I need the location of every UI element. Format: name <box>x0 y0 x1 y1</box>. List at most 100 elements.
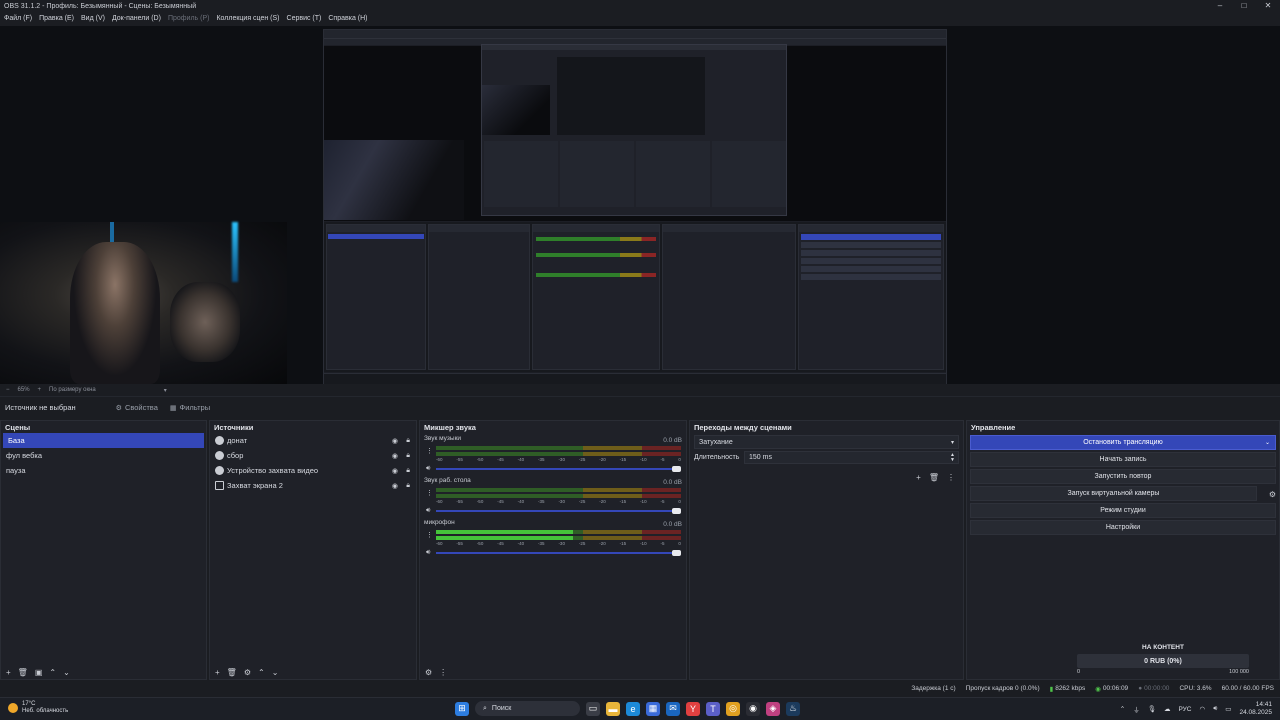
menu-edit[interactable]: Правка (E) <box>39 15 74 22</box>
remove-source-icon[interactable]: 🗑 <box>227 668 237 677</box>
spin-arrows-icon[interactable]: ▲ ▼ <box>950 452 955 463</box>
add-scene-icon[interactable]: + <box>6 668 11 677</box>
wifi-icon[interactable]: ◠ <box>1200 705 1206 713</box>
move-down-icon[interactable]: ⌄ <box>63 668 70 677</box>
onedrive-icon[interactable]: ☁ <box>1164 705 1171 713</box>
meter-tick-label: -5 <box>660 499 665 504</box>
source-settings-icon[interactable]: ⚙ <box>244 668 251 677</box>
maximize-button[interactable]: □ <box>1232 0 1256 12</box>
scale-mode-select[interactable]: По размеру окна <box>49 387 96 393</box>
speaker-icon[interactable]: 🔊︎ <box>426 465 430 473</box>
slider-knob[interactable] <box>672 550 681 556</box>
mic-icon[interactable]: 🎙︎ <box>1148 705 1156 713</box>
settings-button[interactable]: Настройки <box>970 520 1276 535</box>
language-indicator[interactable]: РУС <box>1178 706 1191 713</box>
bitrate: 8262 kbps <box>1055 685 1086 692</box>
yandex-icon[interactable]: Y <box>686 701 700 716</box>
duration-input[interactable]: 150 ms ▲ ▼ <box>744 451 959 464</box>
slider-knob[interactable] <box>672 466 681 472</box>
clock[interactable]: 14:41 24.08.2025 <box>1239 701 1272 717</box>
zoom-out-icon[interactable]: − <box>6 387 10 393</box>
steam-icon[interactable]: ♨ <box>786 701 800 716</box>
menu-docks[interactable]: Док-панели (D) <box>112 15 161 22</box>
start-virtual-camera-button[interactable]: Запуск виртуальной камеры <box>970 486 1257 501</box>
slider-knob[interactable] <box>672 508 681 514</box>
speaker-icon[interactable]: 🔊︎ <box>426 507 430 515</box>
file-explorer-icon[interactable]: ▬ <box>606 701 620 716</box>
filters-button[interactable]: ▦ Фильтры <box>170 403 210 412</box>
meter-tick-label: -35 <box>538 457 545 462</box>
usb-icon[interactable]: ⏚ <box>1133 704 1140 714</box>
eye-icon[interactable]: ◉ <box>392 437 398 445</box>
lock-icon[interactable]: 🔒︎ <box>406 452 410 460</box>
menu-help[interactable]: Справка (H) <box>328 15 367 22</box>
more-options-icon[interactable]: ⋮ <box>426 447 433 455</box>
menu-view[interactable]: Вид (V) <box>81 15 105 22</box>
more-options-icon[interactable]: ⋮ <box>426 489 433 497</box>
menu-file[interactable]: Файл (F) <box>4 15 32 22</box>
preview-canvas[interactable] <box>0 26 1280 384</box>
volume-slider[interactable] <box>436 466 681 472</box>
start-recording-button[interactable]: Начать запись <box>970 452 1276 467</box>
edge-icon[interactable]: e <box>626 701 640 716</box>
add-source-icon[interactable]: + <box>215 668 220 677</box>
move-down-icon[interactable]: ⌄ <box>272 668 279 677</box>
eye-icon[interactable]: ◉ <box>392 452 398 460</box>
speaker-icon[interactable]: 🔊︎ <box>426 549 430 557</box>
weather-widget[interactable]: 17°C Неб. облачность <box>8 701 68 715</box>
move-up-icon[interactable]: ⌃ <box>258 668 265 677</box>
meter-tick-label: -20 <box>599 541 606 546</box>
add-transition-icon[interactable]: + <box>916 473 921 482</box>
stop-stream-button[interactable]: Остановить трансляцию ⌄ <box>970 435 1276 450</box>
eye-icon[interactable]: ◉ <box>392 467 398 475</box>
more-options-icon[interactable]: ⋮ <box>947 473 955 482</box>
source-item[interactable]: сбор ◉ 🔒︎ <box>210 448 416 463</box>
chevron-down-icon[interactable]: ⌄ <box>1265 439 1270 446</box>
remove-transition-icon[interactable]: 🗑 <box>929 473 939 482</box>
menu-tools[interactable]: Сервис (T) <box>287 15 322 22</box>
eye-icon[interactable]: ◉ <box>392 482 398 490</box>
windows-start-icon[interactable]: ⊞ <box>455 701 469 716</box>
volume-icon[interactable]: 🔊︎ <box>1213 705 1217 713</box>
zoom-in-icon[interactable]: + <box>38 387 42 393</box>
gear-icon[interactable]: ⚙ <box>1269 490 1276 499</box>
volume-slider[interactable] <box>436 508 681 514</box>
source-item[interactable]: Захват экрана 2 ◉ 🔒︎ <box>210 478 416 493</box>
teams-icon[interactable]: T <box>706 701 720 716</box>
battery-icon[interactable]: ▭ <box>1225 705 1231 713</box>
store-icon[interactable]: ▦ <box>646 701 660 716</box>
lock-icon[interactable]: 🔒︎ <box>406 437 410 445</box>
volume-meter <box>436 488 681 492</box>
more-options-icon[interactable]: ⋮ <box>426 531 433 539</box>
signal-icon: ▮ <box>1049 685 1054 693</box>
remove-scene-icon[interactable]: 🗑 <box>18 668 28 677</box>
chrome-icon[interactable]: ◎ <box>726 701 740 716</box>
transition-select[interactable]: Затухание ▾ <box>694 435 959 449</box>
outlook-icon[interactable]: ✉ <box>666 701 680 716</box>
app-icon[interactable]: ◈ <box>766 701 780 716</box>
close-button[interactable]: ✕ <box>1256 0 1280 12</box>
chevron-up-icon[interactable]: ⌃ <box>1120 705 1125 713</box>
source-item[interactable]: Устройство захвата видео ◉ 🔒︎ <box>210 463 416 478</box>
taskbar-search[interactable]: ⌕ Поиск <box>475 701 580 716</box>
studio-mode-button[interactable]: Режим студии <box>970 503 1276 518</box>
lock-icon[interactable]: 🔒︎ <box>406 467 410 475</box>
more-options-icon[interactable]: ⋮ <box>439 668 447 677</box>
chevron-down-icon[interactable]: ▾ <box>164 387 167 394</box>
minimize-button[interactable]: – <box>1208 0 1232 12</box>
source-item[interactable]: донат ◉ 🔒︎ <box>210 433 416 448</box>
lock-icon[interactable]: 🔒︎ <box>406 482 410 490</box>
meter-tick-label: -55 <box>456 541 463 546</box>
task-view-icon[interactable]: ▭ <box>586 701 600 716</box>
move-up-icon[interactable]: ⌃ <box>49 668 56 677</box>
scene-item[interactable]: пауза <box>1 463 206 478</box>
menu-scene-collection[interactable]: Коллекция сцен (S) <box>216 15 279 22</box>
advanced-audio-icon[interactable]: ⚙ <box>425 668 432 677</box>
volume-slider[interactable] <box>436 550 681 556</box>
scene-item[interactable]: База <box>3 433 204 448</box>
start-replay-button[interactable]: Запустить повтор <box>970 469 1276 484</box>
obs-icon[interactable]: ◉ <box>746 701 760 716</box>
scene-item[interactable]: фул вебка <box>1 448 206 463</box>
properties-button[interactable]: ⚙ Свойства <box>116 403 158 412</box>
scene-filters-icon[interactable]: ▣ <box>35 668 43 677</box>
